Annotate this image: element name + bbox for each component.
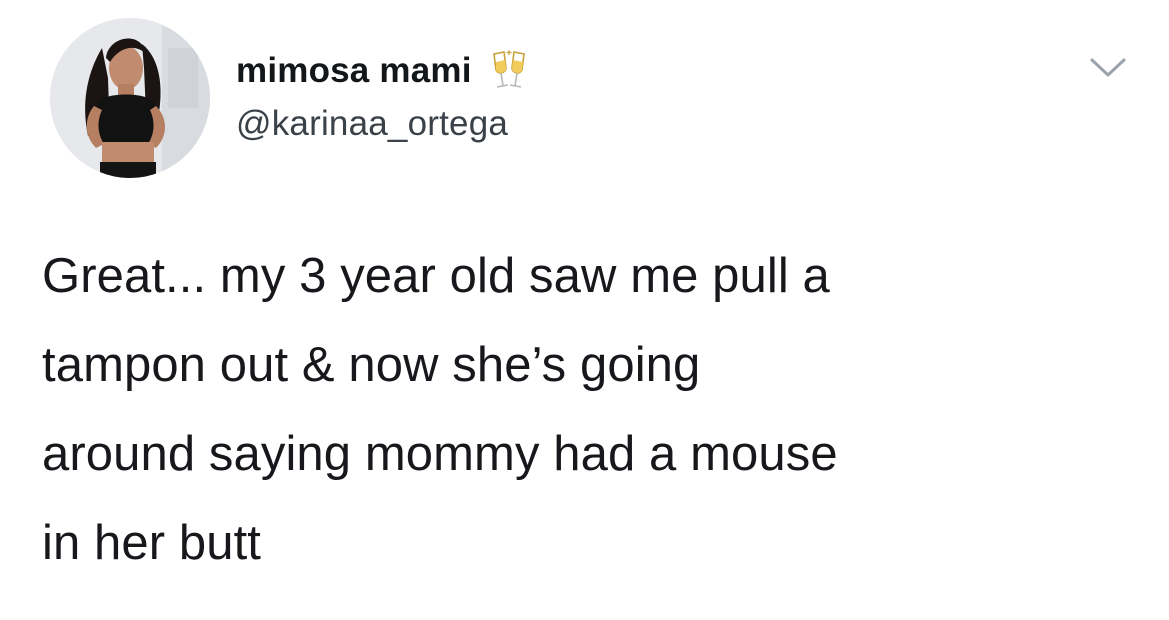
display-name[interactable]: mimosa mami [236, 51, 472, 91]
avatar-photo [50, 18, 210, 178]
tweet-card: mimosa mami @karinaa_ortega Great... my … [0, 0, 1169, 620]
tweet-text-line: around saying mommy had a mouse [42, 427, 838, 481]
tweet-header: mimosa mami @karinaa_ortega [236, 48, 532, 144]
chevron-down-icon[interactable] [1088, 54, 1128, 82]
name-row: mimosa mami [236, 48, 532, 94]
tweet-text: Great... my 3 year old saw me pull a tam… [42, 232, 1142, 588]
tweet-text-line: in her butt [42, 516, 262, 570]
tweet-text-line: Great... my 3 year old saw me pull a [42, 249, 830, 303]
avatar[interactable] [50, 18, 210, 178]
user-handle[interactable]: @karinaa_ortega [236, 104, 532, 144]
tweet-text-line: tampon out & now she’s going [42, 338, 701, 392]
clinking-glasses-icon [486, 48, 532, 94]
